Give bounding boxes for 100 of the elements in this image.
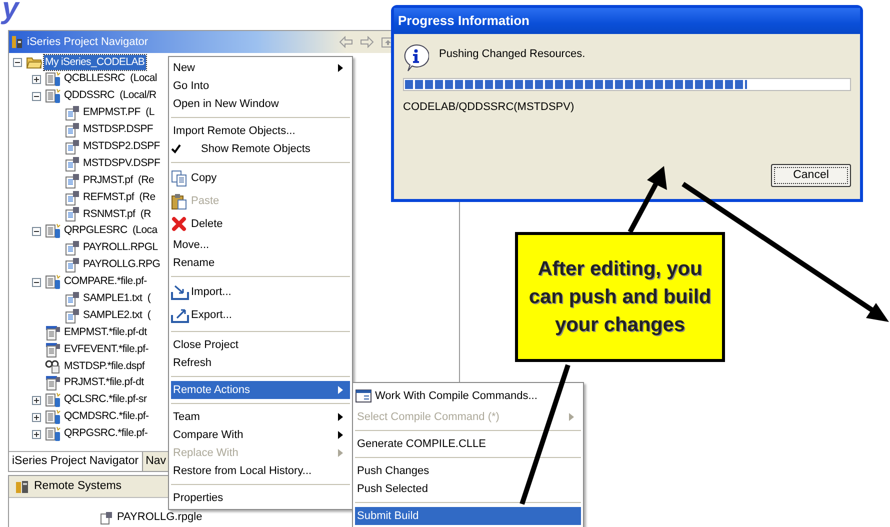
- tree-item[interactable]: PAYROLLG.rpgle: [117, 509, 202, 526]
- menu-item[interactable]: Push Selected: [355, 480, 581, 498]
- menu-item[interactable]: Import...: [171, 281, 350, 304]
- menu-item[interactable]: Rename: [171, 254, 350, 272]
- menu-item[interactable]: Work With Compile Commands...: [355, 385, 581, 408]
- menu-item[interactable]: Generate COMPILE.CLLE: [355, 435, 581, 453]
- member-file-icon: [64, 308, 80, 324]
- tree-item[interactable]: QRPGLESRC (Loca: [63, 223, 158, 240]
- tree-item[interactable]: PRJMST.*file.pf-dt: [63, 375, 145, 392]
- submenu-arrow-icon: [338, 449, 343, 457]
- menu-item[interactable]: Import Remote Objects...: [171, 122, 350, 140]
- collapse-toggle[interactable]: [32, 226, 41, 236]
- tree-item[interactable]: MSTDSP.*file.dspf: [63, 358, 146, 374]
- plus-icon: [33, 76, 40, 83]
- member-file-icon: [64, 240, 80, 256]
- tree-item[interactable]: PAYROLLG.RPG: [82, 257, 162, 273]
- info-icon: [403, 44, 429, 72]
- collapse-toggle[interactable]: [32, 278, 41, 287]
- member-file-icon: [64, 257, 80, 274]
- tree-item[interactable]: EMPMST.*file.pf-dt: [63, 324, 148, 341]
- tree-item[interactable]: My iSeries_CODELAB: [44, 54, 146, 70]
- member-file-icon: [64, 172, 80, 189]
- source-file-icon: [45, 274, 61, 290]
- source-file-icon: [45, 426, 61, 442]
- tree-item[interactable]: RSNMST.pf (R: [82, 206, 152, 222]
- tree-item[interactable]: REFMST.pf (Re: [82, 190, 156, 206]
- tree-item[interactable]: MSTDSP.DSPF: [82, 122, 154, 138]
- tree-item[interactable]: SAMPLE2.txt (: [82, 308, 152, 324]
- member-file-icon: [64, 206, 80, 222]
- tree-item[interactable]: PAYROLL.RPGL: [82, 240, 159, 256]
- tree-item[interactable]: QCBLLESRC (Local: [63, 71, 158, 88]
- data-file-icon: [45, 375, 61, 392]
- submenu-arrow-icon: [338, 64, 343, 72]
- export-icon: [171, 307, 189, 324]
- menu-item[interactable]: Compare With: [171, 426, 350, 444]
- menu-item[interactable]: Push Changes: [355, 462, 581, 480]
- tree-item[interactable]: PRJMST.pf (Re: [82, 172, 156, 189]
- slide-title-fragment: y: [2, 0, 19, 24]
- member-file-icon: [64, 105, 80, 122]
- source-file-icon: [45, 71, 61, 88]
- plus-icon: [33, 430, 40, 438]
- menu-item[interactable]: Team: [171, 408, 350, 426]
- menu-item[interactable]: Refresh: [171, 354, 350, 372]
- arrow: [628, 166, 667, 234]
- dialog-title: Progress Information: [394, 8, 860, 34]
- data-file-icon: [45, 342, 61, 358]
- member-file-icon: [64, 290, 80, 307]
- window-icon: [355, 388, 373, 405]
- source-file-icon: [45, 88, 61, 104]
- tree-item[interactable]: EVFEVENT.*file.pf-: [63, 342, 150, 358]
- tree-item[interactable]: SAMPLE1.txt (: [82, 291, 152, 307]
- menu-item[interactable]: Copy: [171, 167, 350, 190]
- member-file-icon: [64, 138, 80, 155]
- tree-item[interactable]: MSTDSP2.DSPF: [82, 139, 161, 155]
- import-icon: [171, 284, 189, 301]
- expand-toggle[interactable]: [32, 412, 41, 422]
- server-icon: [15, 480, 29, 494]
- tree-item[interactable]: QDDSSRC (Local/R: [63, 88, 158, 104]
- expand-toggle[interactable]: [32, 396, 41, 405]
- callout-note: After editing, you can push and build your changes: [515, 232, 725, 362]
- menu-item[interactable]: Remote Actions: [171, 381, 350, 399]
- member-file-icon: [64, 156, 80, 172]
- menu-item[interactable]: Open in New Window: [171, 95, 350, 113]
- member-file-icon: [64, 190, 80, 206]
- collapse-toggle[interactable]: [13, 58, 22, 67]
- menu-item[interactable]: Show Remote Objects: [171, 140, 350, 158]
- menu-item[interactable]: Export...: [171, 304, 350, 327]
- submenu-arrow-icon: [338, 386, 343, 394]
- submenu-arrow-icon: [569, 413, 574, 421]
- tree-item[interactable]: QCLSRC.*file.pf-sr: [63, 392, 148, 408]
- progress-message: Pushing Changed Resources.: [439, 47, 586, 62]
- menu-item[interactable]: Submit Build: [355, 507, 581, 525]
- cancel-button[interactable]: Cancel: [771, 164, 851, 187]
- source-file-icon: [45, 392, 61, 408]
- view-tab[interactable]: iSeries Project Navigator: [9, 452, 143, 471]
- menu-item[interactable]: Close Project: [171, 336, 350, 354]
- expand-toggle[interactable]: [32, 74, 41, 84]
- progress-detail: CODELAB/QDDSSRC(MSTDSPV): [403, 100, 576, 115]
- expand-toggle[interactable]: [32, 430, 41, 439]
- plus-icon: [33, 396, 40, 404]
- member-file-icon: [64, 122, 80, 138]
- clipboard-icon: [171, 193, 189, 210]
- menu-item[interactable]: New: [171, 59, 350, 77]
- glasses-file-icon: [45, 358, 61, 374]
- plus-icon: [33, 414, 40, 421]
- tree-item[interactable]: MSTDSPV.DSPF: [82, 156, 162, 172]
- submenu-arrow-icon: [338, 413, 343, 421]
- collapse-toggle[interactable]: [32, 92, 41, 101]
- menu-item[interactable]: Properties: [171, 489, 350, 507]
- tree-item[interactable]: EMPMST.PF (L: [82, 105, 156, 121]
- data-file-icon: [45, 324, 61, 341]
- menu-item[interactable]: Restore from Local History...: [171, 462, 350, 480]
- delete-icon: [171, 216, 189, 233]
- menu-item[interactable]: Go Into: [171, 77, 350, 95]
- tree-item[interactable]: QRPGSRC.*file.pf-: [63, 426, 149, 442]
- menu-item[interactable]: Delete: [171, 213, 350, 236]
- view-title: Remote Systems: [34, 478, 122, 494]
- tree-item[interactable]: COMPARE.*file.pf-: [63, 274, 148, 290]
- menu-item[interactable]: Move...: [171, 236, 350, 254]
- tree-item[interactable]: QCMDSRC.*file.pf-: [63, 409, 150, 426]
